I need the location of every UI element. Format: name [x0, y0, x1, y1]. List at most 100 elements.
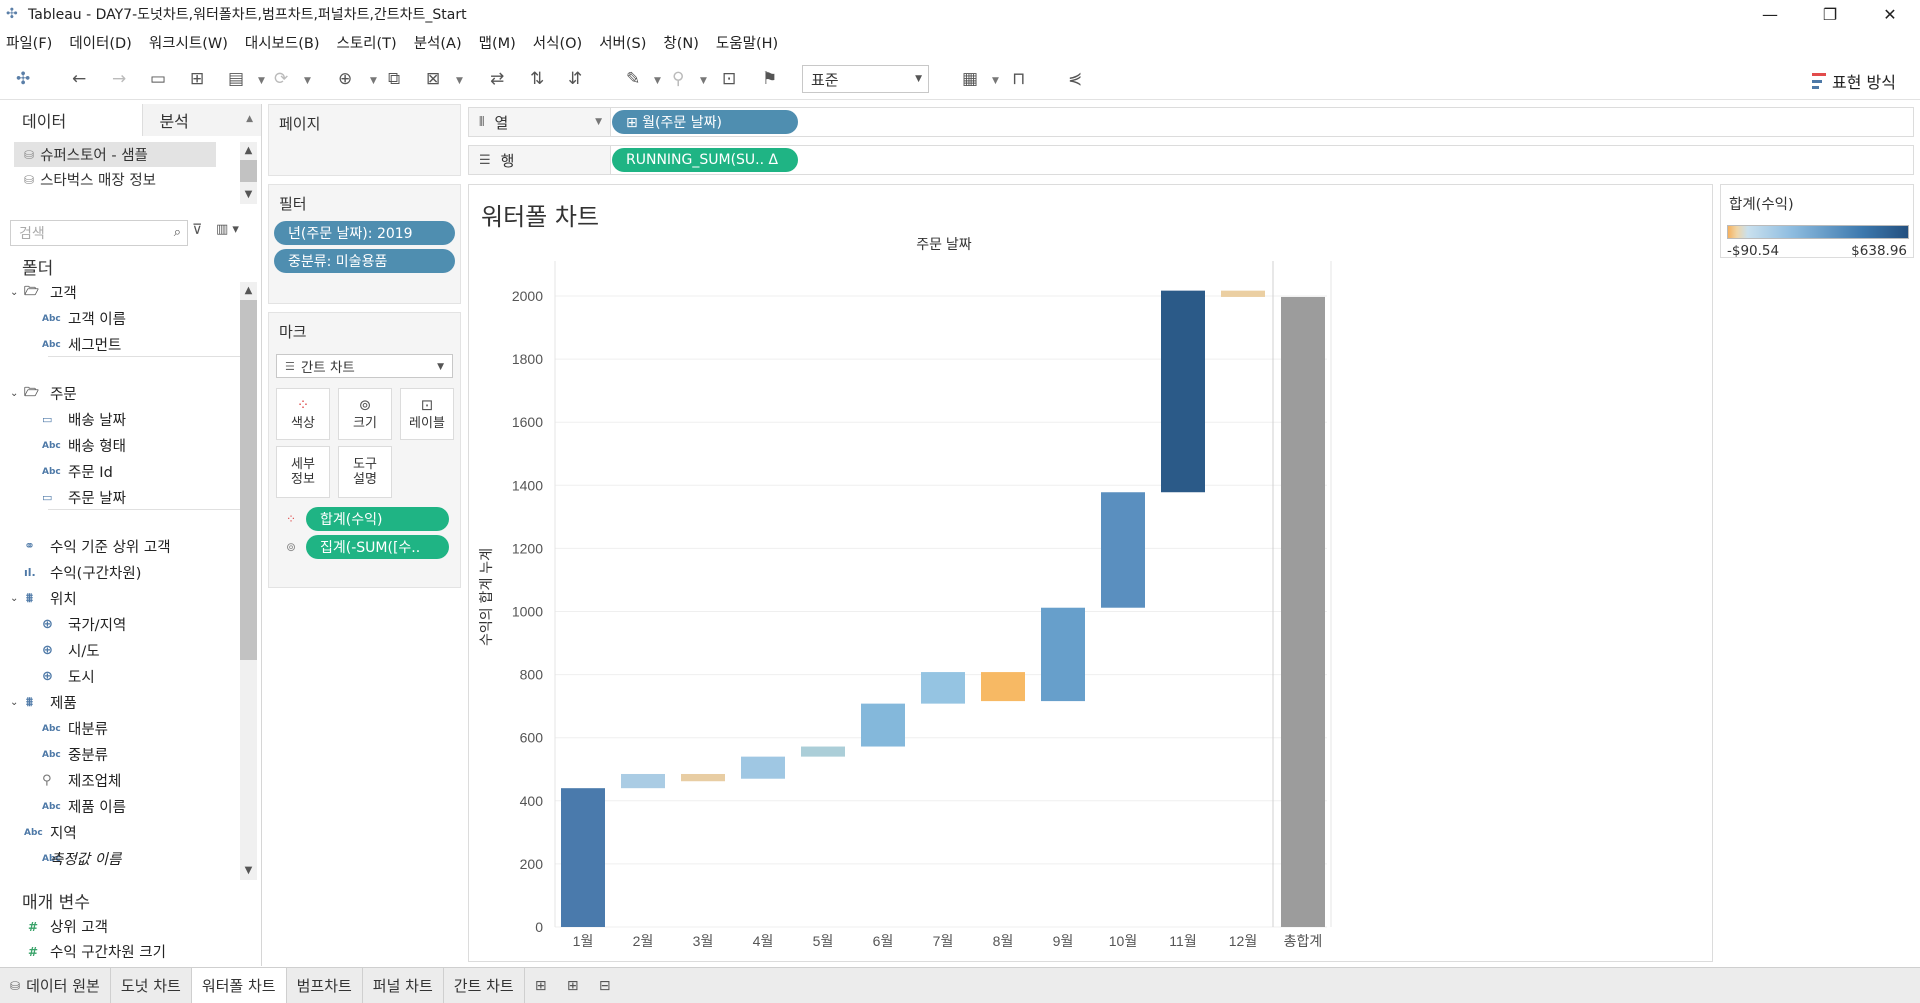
highlight-caret-icon[interactable]: ▼ [654, 76, 661, 86]
new-worksheet-icon[interactable]: ⊕ [338, 64, 352, 94]
presentation-mode-icon[interactable]: ⊓ [1012, 64, 1025, 94]
tab-gantt-chart[interactable]: 간트 차트 [444, 967, 525, 1003]
menu-window[interactable]: 창(N) [663, 32, 699, 53]
columns-pill-month[interactable]: ⊞ 월(주문 날짜) [612, 110, 798, 134]
menu-story[interactable]: 스토리(T) [336, 32, 396, 53]
new-dashboard-icon[interactable]: ⊞ [557, 968, 589, 1003]
filter-icon[interactable]: ⊽ [192, 222, 202, 238]
field-item[interactable]: Abc 대분류 [0, 716, 243, 741]
search-input[interactable]: 검색 ⌕ [10, 220, 188, 246]
scroll-thumb[interactable] [240, 300, 257, 660]
group-caret-icon[interactable]: ▼ [700, 76, 707, 86]
sort-ascending-icon[interactable]: ⇅ [530, 64, 544, 94]
field-item[interactable]: Abc 세그먼트 [0, 332, 243, 357]
tab-donut-chart[interactable]: 도넛 차트 [111, 967, 192, 1003]
rows-pill-running-sum[interactable]: RUNNING_SUM(SU.. Δ [612, 148, 798, 172]
new-worksheet-caret-icon[interactable]: ▼ [370, 76, 377, 86]
datasource-item[interactable]: ⛁ 스타벅스 매장 정보 [0, 167, 260, 192]
refresh-icon[interactable]: ⟳ [274, 64, 288, 94]
menu-dashboard[interactable]: 대시보드(B) [245, 32, 320, 53]
field-item[interactable]: ▭ 주문 날짜 [0, 485, 243, 510]
tableau-home-icon[interactable]: ✣ [16, 64, 30, 94]
scroll-down-icon[interactable]: ▼ [240, 186, 257, 203]
color-legend[interactable]: 합계(수익) -$90.54 $638.96 [1720, 184, 1914, 259]
maximize-button[interactable]: ❐ [1800, 0, 1860, 28]
folder-item[interactable]: ⌄ 🗁 고객 [0, 280, 243, 305]
share-icon[interactable]: ⋞ [1068, 64, 1082, 94]
field-item[interactable]: ⚭ 수익 기준 상위 고객 [0, 534, 243, 559]
parameter-item[interactable]: # 수익 구간차원 크기 [0, 939, 243, 964]
menu-analysis[interactable]: 분석(A) [414, 32, 462, 53]
field-item[interactable]: ⌄ ⩩ 제품 [0, 690, 243, 715]
field-item[interactable]: ⊕ 국가/지역 [0, 612, 243, 637]
mark-pill-size[interactable]: 집계(-SUM([수.. [306, 535, 449, 559]
field-item[interactable]: Abc 중분류 [0, 742, 243, 767]
tab-funnel-chart[interactable]: 퍼널 차트 [363, 967, 444, 1003]
datasource-scrollbar[interactable]: ▲ ▼ [240, 142, 257, 204]
tooltip-button[interactable]: 도구 설명 [338, 446, 392, 498]
menu-server[interactable]: 서버(S) [599, 32, 646, 53]
marks-type-select[interactable]: ☰ 간트 차트 ▼ [276, 354, 453, 378]
menu-format[interactable]: 서식(O) [533, 32, 582, 53]
field-item[interactable]: Abc 고객 이름 [0, 306, 243, 331]
mark-pill-color[interactable]: 합계(수익) [306, 507, 449, 531]
folder-item[interactable]: ⌄ 🗁 주문 [0, 381, 243, 406]
show-labels-icon[interactable]: ⊡ [722, 64, 736, 94]
scroll-down-icon[interactable]: ▼ [240, 862, 257, 879]
minimize-button[interactable]: — [1740, 0, 1800, 28]
field-item[interactable]: Abc 배송 형태 [0, 433, 243, 458]
menu-worksheet[interactable]: 워크시트(W) [149, 32, 228, 53]
pause-caret-icon[interactable]: ▼ [258, 76, 265, 86]
field-item[interactable]: ıl. 수익(구간차원) [0, 560, 243, 585]
tab-analysis[interactable]: 분석 ▲ [143, 104, 261, 136]
tab-waterfall-chart[interactable]: 워터폴 차트 [191, 967, 287, 1003]
refresh-caret-icon[interactable]: ▼ [304, 76, 311, 86]
new-datasource-icon[interactable]: ⊞ [190, 64, 204, 94]
tab-data[interactable]: 데이터 [0, 104, 144, 136]
field-item[interactable]: Abc 측정값 이름 [0, 846, 243, 871]
highlight-icon[interactable]: ✎ [626, 64, 640, 94]
field-item[interactable]: ⚲ 제조업체 [0, 768, 243, 793]
tab-bump-chart[interactable]: 범프차트 [287, 967, 363, 1003]
chevron-down-icon[interactable]: ⌄ [10, 697, 18, 708]
parameter-item[interactable]: # 상위 고객 [0, 914, 243, 939]
fix-axes-icon[interactable]: ⚑ [762, 64, 777, 94]
clear-caret-icon[interactable]: ▼ [456, 76, 463, 86]
filter-pill-year[interactable]: 년(주문 날짜): 2019 [274, 221, 455, 245]
fit-select[interactable]: 표준 ▼ [802, 65, 929, 93]
filter-pill-subcategory[interactable]: 중분류: 미술용품 [274, 249, 455, 273]
size-button[interactable]: ⊚ 크기 [338, 388, 392, 440]
group-icon[interactable]: ⚲ [672, 64, 684, 94]
view-options-icon[interactable]: ▥ ▾ [216, 222, 239, 237]
show-cards-icon[interactable]: ▦ [962, 64, 978, 94]
field-item[interactable]: Abc 지역 [0, 820, 243, 845]
datasource-item[interactable]: ⛁ 슈퍼스토어 - 샘플 [14, 142, 216, 167]
detail-button[interactable]: 세부 정보 [276, 446, 330, 498]
waterfall-chart[interactable]: 0 200 400 600 800 1000 1200 1400 1600 1800 2000 주문 … [469, 185, 1714, 963]
chevron-down-icon[interactable]: ⌄ [10, 593, 18, 604]
menu-data[interactable]: 데이터(D) [69, 32, 132, 53]
scroll-up-icon[interactable]: ▲ [240, 142, 257, 159]
undo-icon[interactable]: ← [72, 64, 86, 94]
menu-file[interactable]: 파일(F) [6, 32, 52, 53]
label-button[interactable]: ⊡ 레이블 [400, 388, 454, 440]
swap-axes-icon[interactable]: ⇄ [490, 64, 504, 94]
field-item[interactable]: ▭ 배송 날짜 [0, 407, 243, 432]
pages-card[interactable]: 페이지 [268, 104, 461, 176]
sort-descending-icon[interactable]: ⇵ [568, 64, 582, 94]
field-item[interactable]: Abc 주문 Id [0, 459, 243, 484]
redo-icon[interactable]: → [112, 64, 126, 94]
new-worksheet-icon[interactable]: ⊞ [525, 968, 557, 1003]
chevron-down-icon[interactable]: ⌄ [10, 388, 18, 399]
clear-sheet-icon[interactable]: ⊠ [426, 64, 440, 94]
save-icon[interactable]: ▭ [150, 64, 166, 94]
duplicate-sheet-icon[interactable]: ⧉ [388, 64, 400, 94]
new-story-icon[interactable]: ⊟ [589, 968, 621, 1003]
color-button[interactable]: ⁘ 색상 [276, 388, 330, 440]
field-item[interactable]: ⊕ 시/도 [0, 638, 243, 663]
chevron-down-icon[interactable]: ⌄ [10, 287, 18, 298]
menu-help[interactable]: 도움말(H) [716, 32, 778, 53]
scroll-thumb[interactable] [240, 160, 257, 182]
pause-updates-icon[interactable]: ▤ [228, 64, 244, 94]
field-scrollbar[interactable]: ▲ ▼ [240, 282, 257, 880]
